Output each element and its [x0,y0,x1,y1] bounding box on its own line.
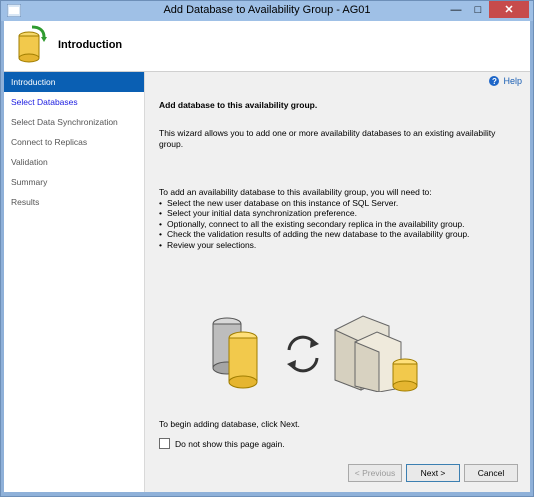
next-button[interactable]: Next > [406,464,460,482]
help-label: Help [503,76,522,86]
nav-item-select-databases[interactable]: Select Databases [4,92,144,112]
title-bar[interactable]: Add Database to Availability Group - AG0… [1,1,533,21]
steps-intro: To add an availability database to this … [159,187,432,197]
list-item: Review your selections. [159,240,511,251]
page-header: Introduction [4,21,530,72]
begin-instruction: To begin adding database, click Next. [159,419,300,429]
nav-item-connect-to-replicas: Connect to Replicas [11,137,88,147]
nav-item-results: Results [11,197,40,207]
content-heading: Add database to this availability group. [159,100,318,110]
maximize-button[interactable]: □ [467,1,489,18]
do-not-show-again-checkbox[interactable] [159,438,170,449]
sync-arrows-icon [287,335,319,373]
do-not-show-again-row[interactable]: Do not show this page again. [159,438,285,449]
content-panel: ? Help Add database to this availability… [145,72,530,492]
nav-item-summary: Summary [11,177,48,187]
help-icon: ? [489,76,500,86]
database-replica-illustration [212,315,418,392]
cancel-button[interactable]: Cancel [464,464,518,482]
help-link[interactable]: ? Help [489,76,522,86]
nav-item-validation: Validation [11,157,48,167]
list-item: Select your initial data synchronization… [159,208,511,219]
page-title: Introduction [58,39,123,51]
database-wizard-icon [18,25,47,63]
nav-item-select-data-synchronization: Select Data Synchronization [11,117,118,127]
do-not-show-again-label[interactable]: Do not show this page again. [175,439,285,449]
wizard-buttons: < Previous Next > Cancel [348,464,518,482]
close-button[interactable]: ✕ [489,1,529,18]
server-icon [334,315,418,392]
list-item: Optionally, connect to all the existing … [159,219,511,230]
steps-section: To add an availability database to this … [159,187,511,250]
wizard-steps-nav: Introduction Select Databases Select Dat… [4,72,145,492]
wizard-window: Add Database to Availability Group - AG0… [0,0,534,497]
previous-button[interactable]: < Previous [348,464,402,482]
nav-item-introduction[interactable]: Introduction [4,72,144,92]
intro-text: This wizard allows you to add one or mor… [159,128,496,149]
list-item: Select the new user database on this ins… [159,198,511,209]
database-icon [212,317,258,389]
minimize-button[interactable]: — [445,1,467,18]
list-item: Check the validation results of adding t… [159,229,511,240]
client-area: Introduction Introduction Select Databas… [4,21,530,492]
steps-list: Select the new user database on this ins… [159,198,511,251]
